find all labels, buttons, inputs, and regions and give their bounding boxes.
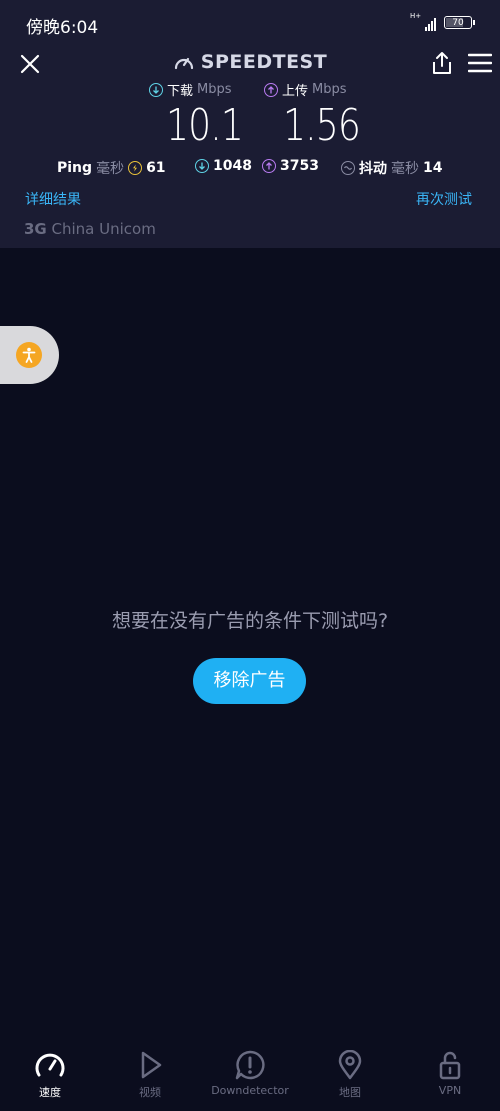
download-latency-icon bbox=[195, 159, 209, 173]
speed-values: 10.1 1.56 bbox=[0, 100, 500, 154]
download-label-text: 下载 bbox=[167, 84, 194, 99]
share-button[interactable] bbox=[430, 50, 454, 76]
status-bar: 傍晚6:04 H+ 70 bbox=[0, 0, 500, 44]
detailed-results-link[interactable]: 详细结果 bbox=[25, 189, 81, 209]
jitter-stat: 抖动 毫秒 14 bbox=[341, 158, 442, 178]
jitter-value: 14 bbox=[423, 160, 443, 176]
menu-button[interactable] bbox=[467, 52, 493, 74]
hamburger-icon bbox=[467, 53, 493, 73]
download-latency-value: 1048 bbox=[213, 158, 252, 174]
upload-latency-value: 3753 bbox=[280, 158, 319, 174]
ping-value: 61 bbox=[146, 160, 166, 176]
carrier-network: 3G bbox=[24, 220, 47, 238]
upload-value: 1.56 bbox=[283, 100, 361, 151]
remove-ads-button[interactable]: 移除广告 bbox=[193, 658, 306, 704]
accessibility-icon bbox=[16, 342, 42, 368]
share-icon bbox=[433, 52, 451, 74]
nav-speed-label: 速度 bbox=[39, 1086, 61, 1099]
nav-map-label: 地图 bbox=[339, 1086, 361, 1099]
logo-text: SPEEDTEST bbox=[200, 51, 328, 73]
speedtest-logo: SPEEDTEST bbox=[0, 51, 500, 73]
upload-label-text: 上传 bbox=[282, 84, 309, 99]
accessibility-side-tab[interactable] bbox=[0, 326, 59, 384]
download-unit: Mbps bbox=[197, 82, 232, 97]
lock-icon bbox=[439, 1051, 461, 1080]
jitter-unit: 毫秒 bbox=[391, 161, 419, 177]
nav-video-label: 视频 bbox=[139, 1086, 161, 1099]
nav-map[interactable]: 地图 bbox=[300, 1050, 400, 1100]
map-pin-icon bbox=[338, 1050, 362, 1080]
play-icon bbox=[141, 1051, 162, 1079]
signal-icon: H+ bbox=[410, 12, 436, 31]
nav-video[interactable]: 视频 bbox=[100, 1050, 200, 1100]
carrier-info: 3G China Unicom bbox=[24, 220, 156, 238]
speed-labels: 下载 Mbps 上传 Mbps bbox=[0, 80, 500, 100]
download-latency-stat: 1048 bbox=[195, 158, 252, 174]
nav-speed[interactable]: 速度 bbox=[0, 1050, 100, 1100]
status-icons: H+ 70 bbox=[410, 12, 475, 31]
speedometer-icon bbox=[35, 1053, 65, 1077]
download-label: 下载 Mbps bbox=[149, 80, 232, 99]
alert-icon bbox=[235, 1050, 265, 1080]
battery-icon: 70 bbox=[444, 16, 475, 29]
gauge-icon bbox=[174, 57, 193, 70]
jitter-icon bbox=[341, 161, 355, 175]
upload-latency-stat: 3753 bbox=[262, 158, 319, 174]
idle-ping-icon bbox=[128, 161, 143, 175]
nav-downdetector-label: Downdetector bbox=[211, 1084, 289, 1097]
ping-stat: Ping 毫秒 61 bbox=[57, 158, 166, 178]
ad-free-prompt: 想要在没有广告的条件下测试吗? bbox=[111, 610, 389, 632]
network-type: H+ bbox=[410, 12, 422, 20]
battery-level: 70 bbox=[452, 18, 464, 28]
nav-downdetector[interactable]: Downdetector bbox=[200, 1050, 300, 1097]
download-arrow-icon bbox=[149, 82, 163, 97]
bottom-nav: 速度 视频 Downdetector 地图 VPN bbox=[0, 1040, 500, 1111]
upload-unit: Mbps bbox=[312, 82, 347, 97]
upload-label: 上传 Mbps bbox=[264, 80, 347, 99]
nav-vpn-label: VPN bbox=[438, 1084, 462, 1097]
nav-vpn[interactable]: VPN bbox=[400, 1050, 500, 1097]
test-again-link[interactable]: 再次测试 bbox=[416, 189, 472, 209]
upload-arrow-icon bbox=[264, 82, 278, 97]
ping-unit: 毫秒 bbox=[96, 161, 125, 177]
results-panel: SPEEDTEST 下载 Mbps 上传 Mbps 10.1 1.56 Ping… bbox=[0, 44, 500, 248]
jitter-label: 抖动 bbox=[359, 161, 387, 177]
ping-label: Ping bbox=[57, 160, 93, 176]
carrier-name: China Unicom bbox=[51, 220, 156, 238]
latency-stats: Ping 毫秒 61 1048 3753 抖动 毫秒 14 bbox=[0, 158, 500, 180]
upload-latency-icon bbox=[262, 159, 276, 173]
download-value: 10.1 bbox=[166, 100, 244, 151]
status-time: 傍晚6:04 bbox=[26, 18, 99, 38]
